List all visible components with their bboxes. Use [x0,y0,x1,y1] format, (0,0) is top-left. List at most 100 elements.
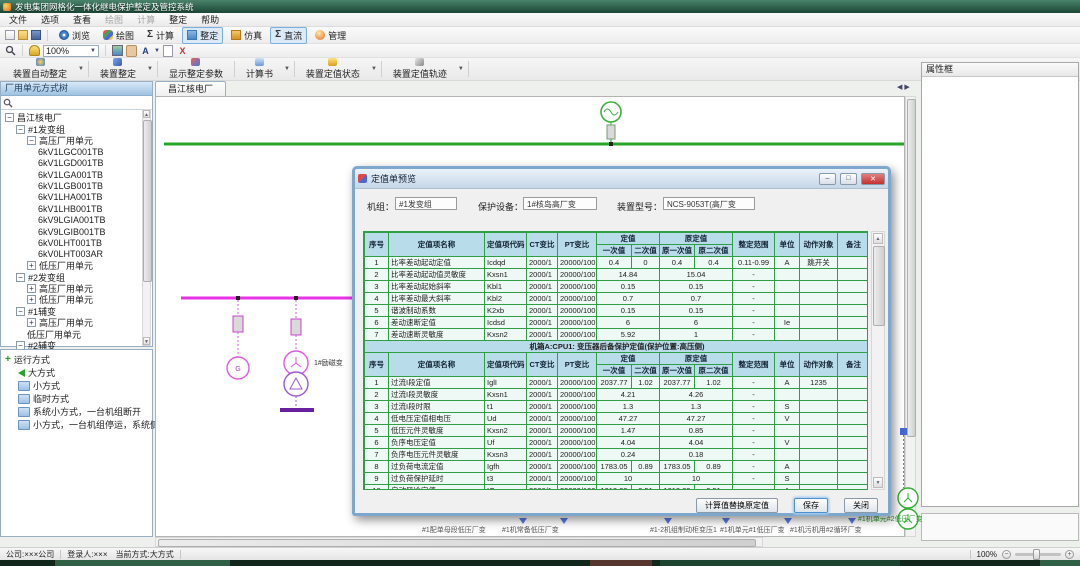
tab-changjiang-plant[interactable]: 昌江核电厂 [155,81,226,96]
table-row[interactable]: 1比率差动起动定值Icdqd2000/120000/1000.400.40.40… [365,257,869,269]
table-row[interactable]: 5谐波制动系数K2xb2000/120000/1000.150.15- [365,305,869,317]
simulate-button[interactable]: 仿真 [226,27,267,44]
auto-setting-button[interactable]: 装置自动整定 [6,58,74,80]
tree-toggle-icon[interactable]: − [16,273,25,282]
dc-button[interactable]: Σ直流 [270,27,307,44]
tree-node[interactable]: 6kV1LGA001TB [1,169,152,180]
tree-node[interactable]: −昌江核电厂 [1,112,152,123]
tree-node[interactable]: 6kV1LHB001TB [1,203,152,214]
table-row[interactable]: 1过流I段定值IglI2000/120000/1002037.771.02203… [365,377,869,389]
taskbar-item[interactable] [1040,560,1080,566]
run-mode-item[interactable]: 小方式，一台机组停运，系统侧断开 [1,418,152,431]
tree-node[interactable]: +低压厂用单元 [1,260,152,271]
maximize-icon[interactable]: □ [840,173,857,185]
close-icon[interactable]: ✕ [861,173,885,185]
run-mode-item[interactable]: +运行方式 [1,353,152,366]
tree-node[interactable]: 6kV0LHT001TB [1,237,152,248]
zoom-out-icon[interactable]: − [1002,550,1011,559]
menu-item[interactable]: 查看 [66,12,98,27]
tree-node[interactable]: 6kV1LGC001TB [1,146,152,157]
tree-node[interactable]: −高压厂用单元 [1,135,152,146]
tree-node[interactable]: 6kV1LHA001TB [1,192,152,203]
tab-next-icon[interactable]: ▶ [904,83,909,93]
setting-button[interactable]: 整定 [182,27,223,44]
image-icon[interactable] [112,45,123,56]
tree-toggle-icon[interactable]: + [27,295,36,304]
delete-icon[interactable]: X [177,45,188,56]
font-icon[interactable]: A [140,45,151,56]
draw-button[interactable]: 绘图 [98,27,139,44]
table-row[interactable]: 2过流I段灵敏度Kxsn12000/120000/1004.214.26- [365,389,869,401]
table-row[interactable]: 2比率差动起动值灵敏度Kxsn12000/120000/10014.8415.0… [365,269,869,281]
scroll-up-icon[interactable]: ▲ [873,233,883,244]
tree-node[interactable]: +低压厂用单元 [1,294,152,305]
taskbar-item[interactable] [590,560,652,566]
zoom-slider[interactable] [1015,553,1061,556]
setting-table-wrap[interactable]: 序号定值项名称定值项代码CT变比PT变比定值原定值整定范围单位动作对象备注一次值… [363,231,868,490]
unit-field[interactable]: #1发变组 [395,197,457,210]
table-row[interactable]: 6负序电压定值Uf2000/120000/1004.044.04-V [365,437,869,449]
replace-original-button[interactable]: 计算值替换原定值 [696,498,778,513]
search-icon[interactable] [5,45,16,56]
table-row[interactable]: 8过负荷电流定值Igfh2000/120000/1001783.050.8917… [365,461,869,473]
device-setting-button[interactable]: 装置整定 [93,58,143,80]
page-icon[interactable] [163,45,173,57]
scrollbar-thumb[interactable] [143,120,152,282]
lv-bus-bar[interactable] [280,408,314,412]
zoom-select[interactable]: 100% ▼ [43,45,99,57]
menu-item[interactable]: 计算 [130,12,162,27]
scrollbar-thumb[interactable] [158,539,756,547]
table-row[interactable]: 3比率差动起始斜率Kbl12000/120000/1000.150.15- [365,281,869,293]
menu-item[interactable]: 选项 [34,12,66,27]
model-field[interactable]: NCS-9053T(高厂变 [663,197,755,210]
tree-node[interactable]: 6kV1LGD001TB [1,158,152,169]
tree-scrollbar[interactable]: ▲ ▼ [142,109,151,346]
breaker-symbol[interactable] [607,125,615,139]
tree-node[interactable]: 6kV9LGIB001TB [1,226,152,237]
table-row[interactable]: 4低电压定值相电压Ud2000/120000/10047.2747.27-V [365,413,869,425]
save-button[interactable]: 保存 [794,498,828,513]
tab-prev-icon[interactable]: ◀ [897,83,902,93]
chevron-down-icon[interactable]: ▼ [154,48,160,54]
table-row[interactable]: 4比率差动最大斜率Kbl22000/120000/1000.70.7- [365,293,869,305]
menu-item[interactable]: 帮助 [194,12,226,27]
tree-search-box[interactable] [1,96,152,110]
device-field[interactable]: 1#核岛高厂变 [523,197,597,210]
tree-toggle-icon[interactable]: + [27,261,36,270]
tree-toggle-icon[interactable]: − [16,125,25,134]
run-mode-item[interactable]: 临时方式 [1,392,152,405]
table-row[interactable]: 7差动速断灵敏度Kxsn22000/120000/1005.921- [365,329,869,341]
tree-toggle-icon[interactable]: − [27,136,36,145]
run-mode-item[interactable]: 系统小方式，一台机组断开 [1,405,152,418]
table-scrollbar[interactable]: ▲ ▼ [871,231,885,490]
table-row[interactable]: 10启动风冷定值IQ2000/120000/1001019.390.511019… [365,485,869,491]
tree-toggle-icon[interactable]: + [27,318,36,327]
chevron-down-icon[interactable]: ▼ [458,66,464,72]
table-row[interactable]: 6差动速断定值Icdsd2000/120000/10066-Ie [365,317,869,329]
chevron-down-icon[interactable]: ▼ [371,66,377,72]
taskbar-item[interactable] [55,560,230,566]
new-file-icon[interactable] [5,30,15,40]
value-trace-button[interactable]: 装置定值轨迹 [386,58,454,80]
tree-toggle-icon[interactable]: + [27,284,36,293]
calculate-button[interactable]: Σ计算 [142,27,179,44]
table-row[interactable]: 5低压元件灵敏度Kxsn22000/120000/1001.470.85- [365,425,869,437]
value-status-button[interactable]: 装置定值状态 [299,58,367,80]
manage-button[interactable]: 管理 [310,27,351,44]
load-square-symbol[interactable] [900,428,907,435]
chevron-down-icon[interactable]: ▼ [284,66,290,72]
browse-button[interactable]: 浏览 [54,27,95,44]
menu-item[interactable]: 绘图 [98,12,130,27]
tree-node[interactable]: 6kV1LGB001TB [1,180,152,191]
chevron-down-icon[interactable]: ▼ [78,66,84,72]
run-mode-item[interactable]: 小方式 [1,379,152,392]
table-row[interactable]: 9过负荷保护延时t32000/120000/1001010-S [365,473,869,485]
scrollbar-thumb[interactable] [907,99,916,437]
dialog-titlebar[interactable]: 定值单预览 ‒ □ ✕ [355,169,888,189]
tree-node[interactable]: 6kV9LGIA001TB [1,215,152,226]
scroll-down-icon[interactable]: ▼ [143,337,150,345]
table-row[interactable]: 7负序电压元件灵敏度Kxsn32000/120000/1000.240.18- [365,449,869,461]
canvas-horizontal-scrollbar[interactable] [155,537,763,547]
zoom-in-icon[interactable]: + [1065,550,1074,559]
scroll-down-icon[interactable]: ▼ [873,477,883,488]
